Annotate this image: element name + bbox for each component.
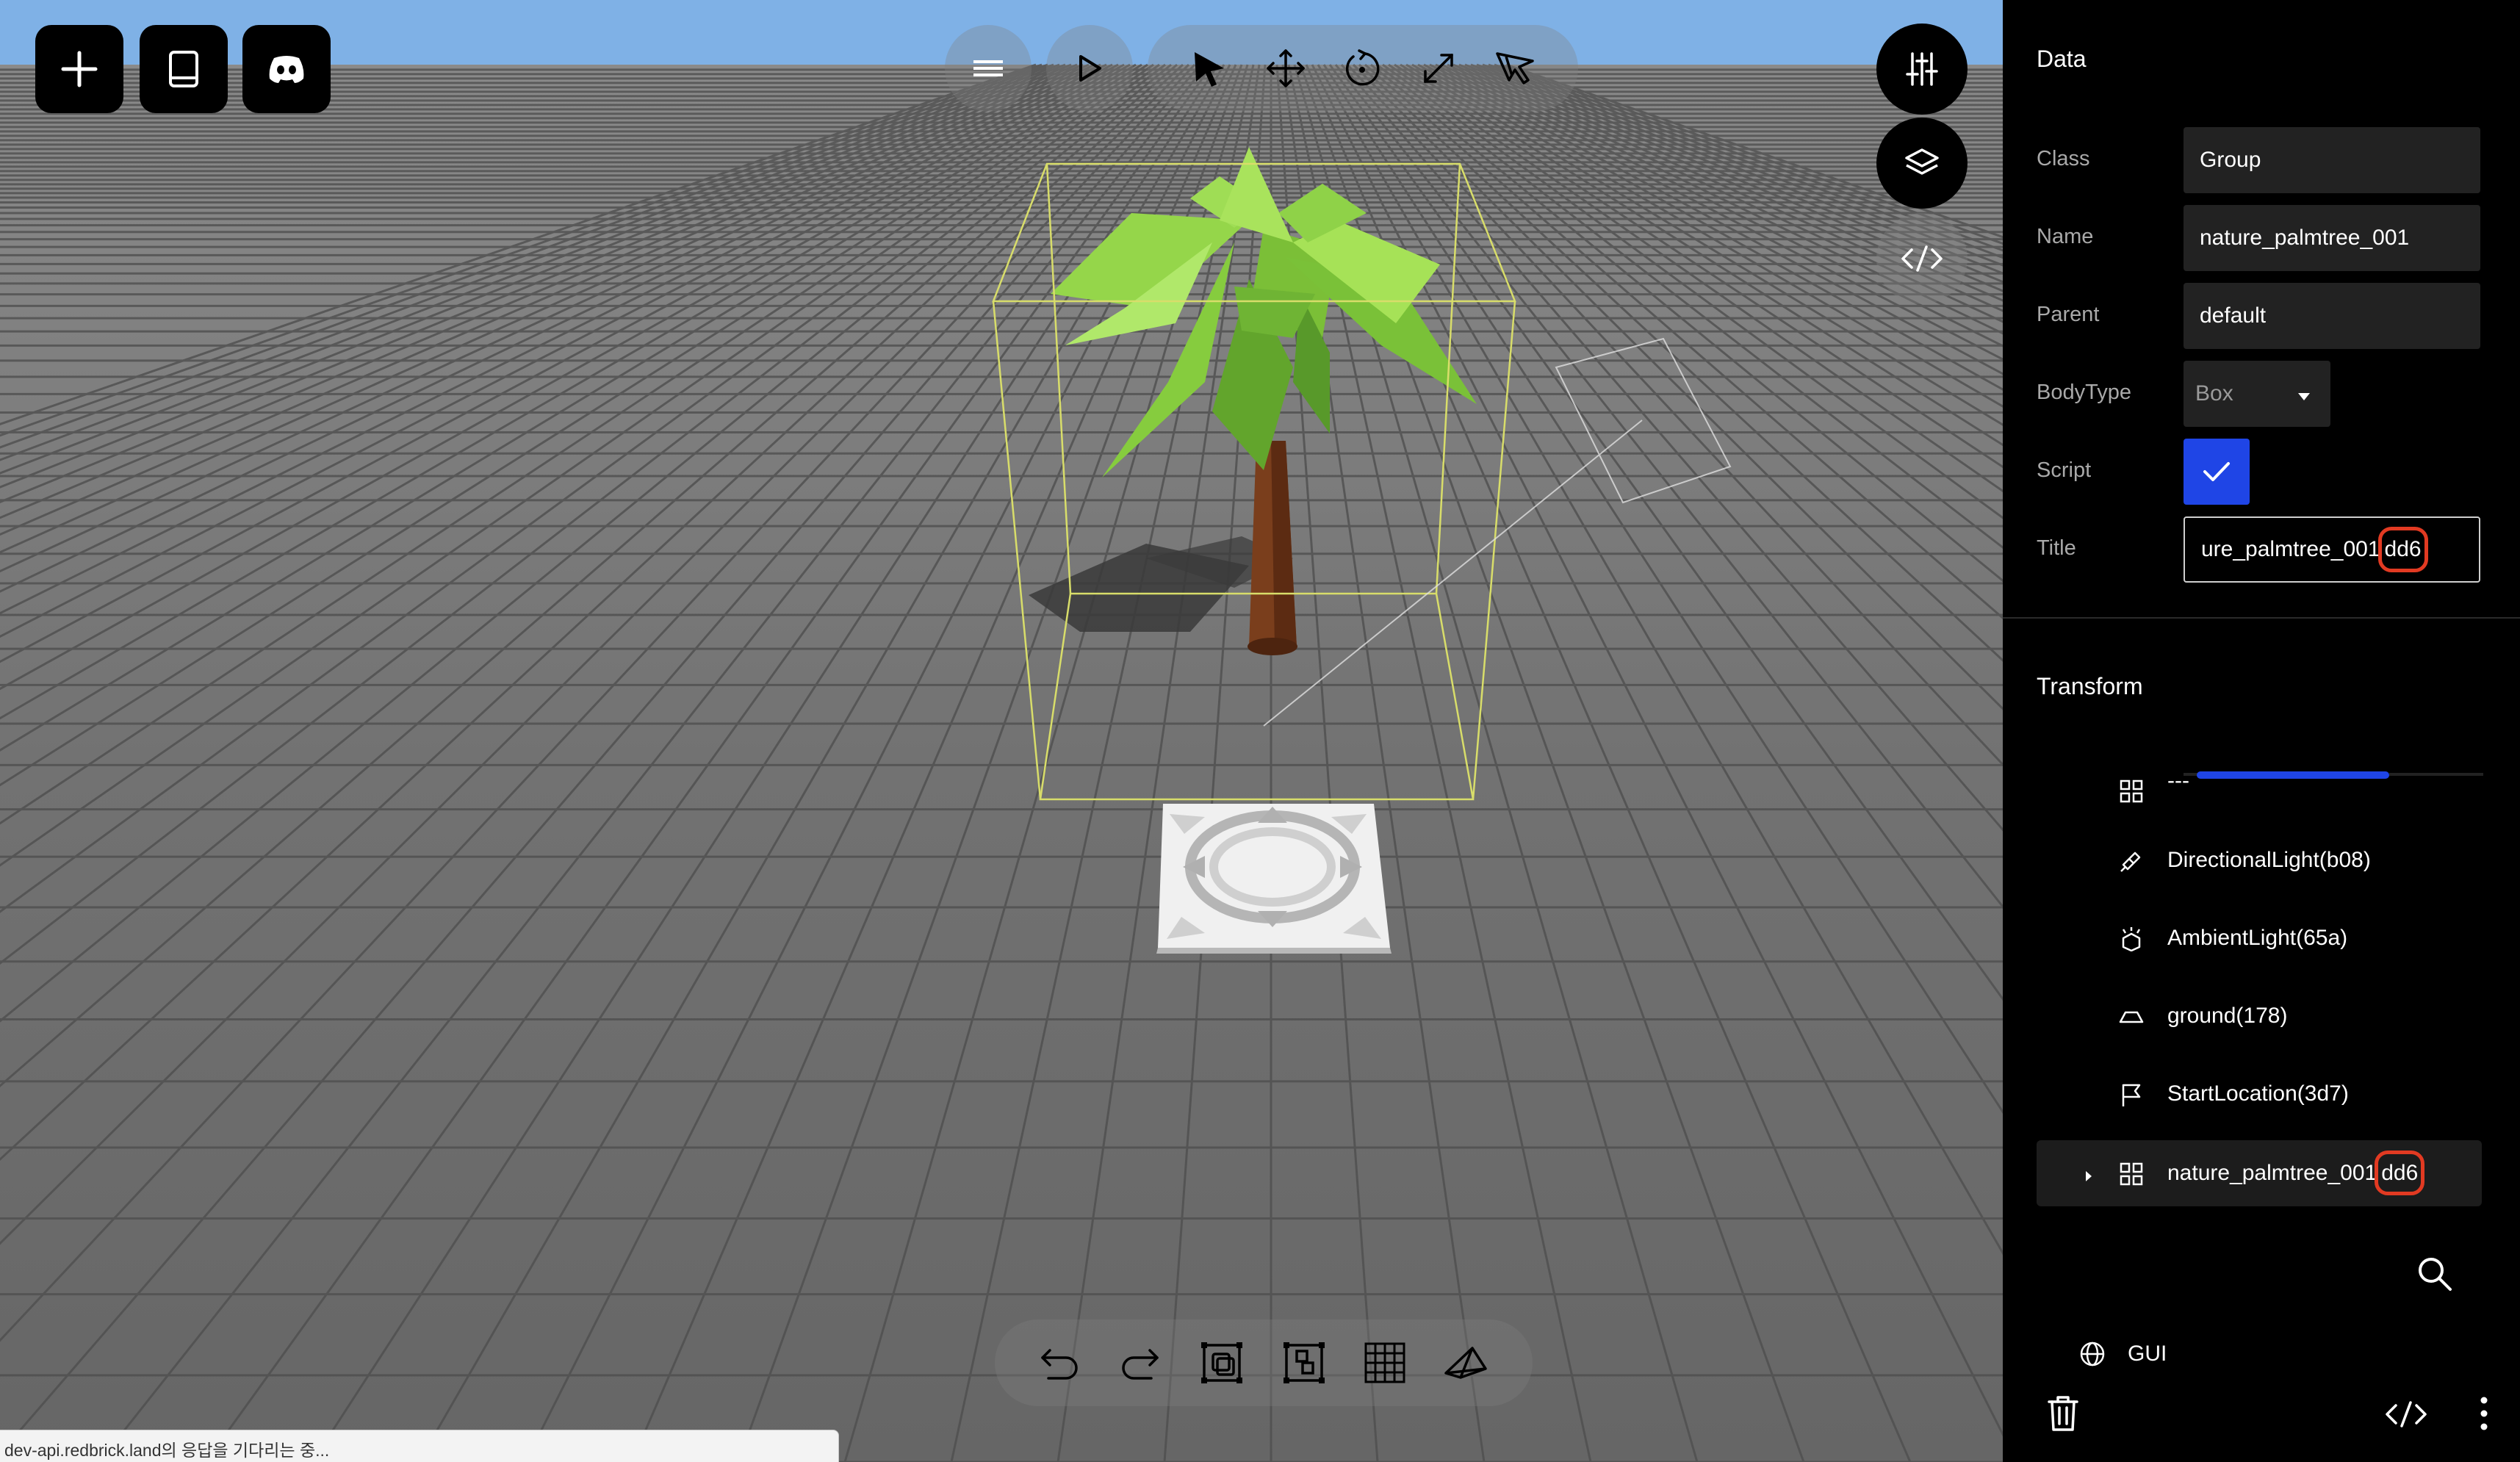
hierarchy-item-selected[interactable]: nature_palmtree_001 dd6 — [2037, 1140, 2482, 1206]
browser-status-bar: dev-api.redbrick.land의 응답을 기다리는 중... — [0, 1430, 839, 1462]
start-location-marker — [1156, 804, 1392, 954]
group-grid-icon — [2120, 779, 2143, 803]
move-icon — [1267, 49, 1305, 87]
script-checkbox[interactable] — [2184, 439, 2250, 505]
scale-tool[interactable] — [1409, 39, 1468, 98]
plus-icon — [61, 51, 98, 87]
gui-item[interactable]: GUI — [2079, 1336, 2167, 1372]
title-label: Title — [2037, 536, 2076, 560]
more-options-button[interactable] — [2473, 1393, 2495, 1434]
discord-button[interactable] — [242, 25, 331, 113]
menu-button[interactable] — [945, 25, 1032, 112]
flag-icon — [2122, 1084, 2141, 1106]
class-field: Group — [2184, 127, 2480, 193]
rotate-tool[interactable] — [1333, 39, 1392, 98]
gui-label: GUI — [2128, 1342, 2167, 1366]
hierarchy-item-ambient-light[interactable]: AmbientLight(65a) — [2037, 905, 2482, 971]
select-tool[interactable] — [1180, 39, 1239, 98]
settings-sliders-icon — [1906, 52, 1938, 86]
title-value-suffix: dd6 — [2377, 527, 2428, 572]
bodytype-value: Box — [2195, 381, 2233, 406]
inspector-panel: Data Class Group Name nature_palmtree_00… — [2003, 0, 2520, 1462]
hierarchy-label-prefix: nature_palmtree_001 — [2167, 1161, 2377, 1185]
rotate-icon — [1345, 49, 1380, 86]
search-button[interactable] — [2414, 1253, 2455, 1294]
delete-button[interactable] — [2042, 1393, 2084, 1434]
title-input[interactable]: ure_palmtree_001 dd6 — [2184, 516, 2480, 583]
hierarchy-item-label: nature_palmtree_001 dd6 — [2167, 1161, 2418, 1186]
more-vertical-icon — [2480, 1397, 2488, 1430]
transform-tools — [1148, 25, 1578, 112]
ambient-light-icon — [2122, 927, 2141, 951]
layers-icon — [1905, 148, 1939, 175]
duplicate-button[interactable] — [1196, 1337, 1248, 1389]
book-icon — [169, 51, 198, 87]
hierarchy-item-label: --- — [2167, 768, 2189, 793]
hierarchy-item-label: StartLocation(3d7) — [2167, 1081, 2349, 1106]
code-icon — [2386, 1401, 2427, 1427]
code-editor-button[interactable] — [1876, 213, 1968, 304]
grid-icon — [1364, 1342, 1405, 1383]
bottom-toolbar — [995, 1319, 1533, 1406]
hierarchy-item-start-location[interactable]: StartLocation(3d7) — [2037, 1061, 2482, 1127]
globe-icon — [2080, 1342, 2105, 1366]
name-label: Name — [2037, 225, 2094, 248]
script-label: Script — [2037, 458, 2092, 482]
multi-select-icon — [1496, 52, 1534, 84]
play-icon — [1079, 55, 1101, 82]
chevron-down-icon — [2297, 383, 2311, 408]
multi-select-tool[interactable] — [1486, 39, 1544, 98]
guide-book-button[interactable] — [140, 25, 228, 113]
discord-icon — [269, 56, 304, 83]
bodytype-select[interactable]: Box — [2184, 361, 2330, 427]
parent-label: Parent — [2037, 303, 2100, 326]
name-field[interactable]: nature_palmtree_001 — [2184, 205, 2480, 271]
layers-button[interactable] — [1876, 118, 1968, 209]
directional-light-icon — [2120, 851, 2141, 872]
group-grid-icon — [2120, 1162, 2143, 1186]
grid-toggle-button[interactable] — [1359, 1337, 1411, 1389]
hierarchy-item-label: ground(178) — [2167, 1004, 2288, 1028]
search-icon — [2419, 1258, 2452, 1291]
title-value-prefix: ure_palmtree_001 — [2201, 537, 2380, 561]
ground-plane-icon — [2119, 1011, 2144, 1023]
trash-icon — [2048, 1396, 2078, 1431]
bodytype-label: BodyType — [2037, 381, 2131, 404]
group-button[interactable] — [1278, 1337, 1330, 1389]
redo-button[interactable] — [1115, 1337, 1167, 1389]
settings-button[interactable] — [1876, 24, 1968, 115]
scene-canvas[interactable] — [0, 0, 2003, 1462]
scale-icon — [1424, 54, 1453, 83]
class-label: Class — [2037, 147, 2090, 170]
hierarchy-item-label: DirectionalLight(b08) — [2167, 848, 2371, 872]
data-section-title: Data — [2037, 46, 2087, 72]
scene-viewport[interactable]: dev-api.redbrick.land의 응답을 기다리는 중... — [0, 0, 2003, 1462]
camera-view-button[interactable] — [1440, 1337, 1491, 1389]
code-button[interactable] — [2380, 1396, 2432, 1433]
duplicate-icon — [1201, 1342, 1242, 1383]
undo-icon — [1041, 1349, 1078, 1380]
hierarchy-item-directional-light[interactable]: DirectionalLight(b08) — [2037, 827, 2482, 893]
hierarchy-label-suffix: dd6 — [2381, 1161, 2419, 1185]
select-cursor-icon — [1195, 52, 1224, 87]
menu-icon — [973, 60, 1003, 76]
expand-arrow-icon[interactable] — [2084, 1164, 2094, 1189]
hierarchy-item-label: AmbientLight(65a) — [2167, 926, 2348, 950]
transform-section-title: Transform — [2037, 673, 2143, 699]
checkmark-icon — [2203, 462, 2230, 481]
section-divider — [2003, 617, 2520, 619]
code-icon — [1901, 245, 1943, 272]
camera-icon — [1444, 1347, 1487, 1379]
hierarchy-item-ground[interactable]: ground(178) — [2037, 983, 2482, 1049]
group-icon — [1284, 1342, 1325, 1383]
add-button[interactable] — [35, 25, 123, 113]
play-button[interactable] — [1046, 25, 1133, 112]
redo-icon — [1122, 1349, 1159, 1380]
move-tool[interactable] — [1256, 39, 1315, 98]
parent-field[interactable]: default — [2184, 283, 2480, 349]
undo-button[interactable] — [1033, 1337, 1084, 1389]
